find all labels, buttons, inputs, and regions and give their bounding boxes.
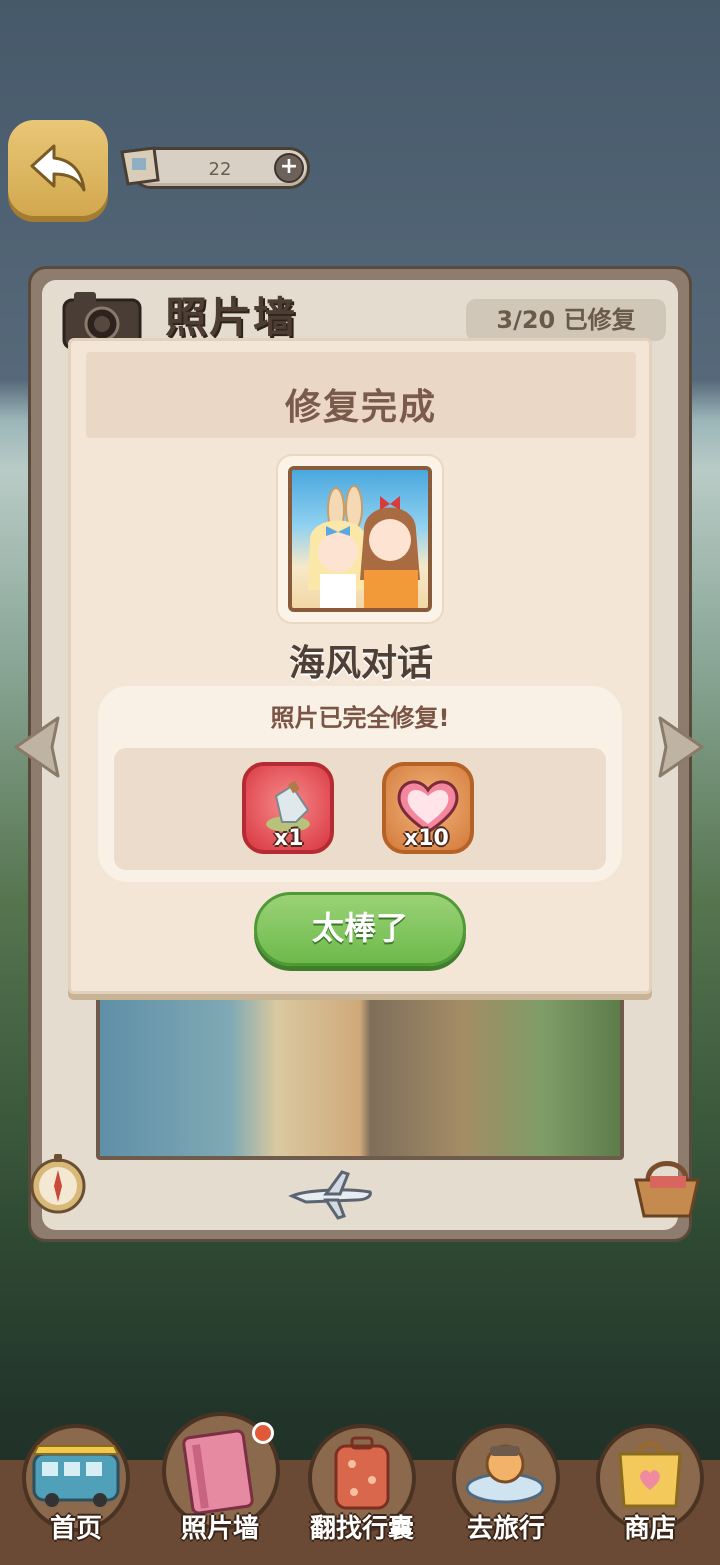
nav-label-shop: 商店 <box>623 1514 676 1544</box>
dialog-header-edge <box>86 430 636 442</box>
reward-item-bottle: x1 <box>242 762 334 854</box>
reward-tray <box>114 748 606 870</box>
nav-label-search-bag: 翻找行囊 <box>309 1514 414 1544</box>
suitcase-icon <box>334 1436 390 1510</box>
page-title: 照片墙 <box>165 293 298 342</box>
nav-item-home[interactable]: 首页 <box>16 1424 136 1564</box>
back-button[interactable] <box>8 120 108 216</box>
reward-item-heart: x10 <box>382 762 474 854</box>
album-icon <box>182 1429 254 1514</box>
prev-page-arrow-icon[interactable] <box>8 712 68 782</box>
nav-label-photo-wall: 照片墙 <box>180 1514 259 1544</box>
film-counter-value: 22 <box>208 159 232 180</box>
nav-label-home: 首页 <box>49 1514 102 1544</box>
reward-qty: x10 <box>404 826 449 851</box>
nav-label-travel: 去旅行 <box>466 1514 545 1544</box>
nav-item-travel[interactable]: 去旅行 <box>446 1424 566 1564</box>
repair-status-text: 照片已完全修复! <box>270 704 450 732</box>
back-arrow-icon <box>30 144 86 192</box>
picnic-basket-icon <box>634 1161 700 1218</box>
notification-badge <box>252 1422 274 1444</box>
repair-progress: 3/20 已修复 <box>466 299 666 341</box>
next-page-arrow-icon[interactable] <box>650 712 710 782</box>
repaired-photo <box>288 466 432 612</box>
puzzle-photo-strip[interactable] <box>96 996 624 1160</box>
shop-bag-icon <box>618 1442 682 1508</box>
nav-item-shop[interactable]: 商店 <box>590 1424 710 1564</box>
compass-icon <box>30 1154 86 1214</box>
reward-qty: x1 <box>274 826 304 851</box>
nav-item-search-bag[interactable]: 翻找行囊 <box>302 1424 422 1564</box>
bus-icon <box>32 1445 120 1507</box>
airplane-icon <box>288 1170 372 1220</box>
photo-name: 海风对话 <box>288 643 433 684</box>
nav-item-photo-wall[interactable]: 照片墙 <box>160 1412 280 1552</box>
dialog-title: 修复完成 <box>284 387 437 428</box>
photo-illustration <box>308 485 420 608</box>
film-ticket-icon <box>120 146 160 186</box>
traveler-icon <box>465 1444 545 1504</box>
confirm-button[interactable]: 太棒了 <box>254 892 466 966</box>
add-film-button[interactable]: + <box>274 153 304 183</box>
